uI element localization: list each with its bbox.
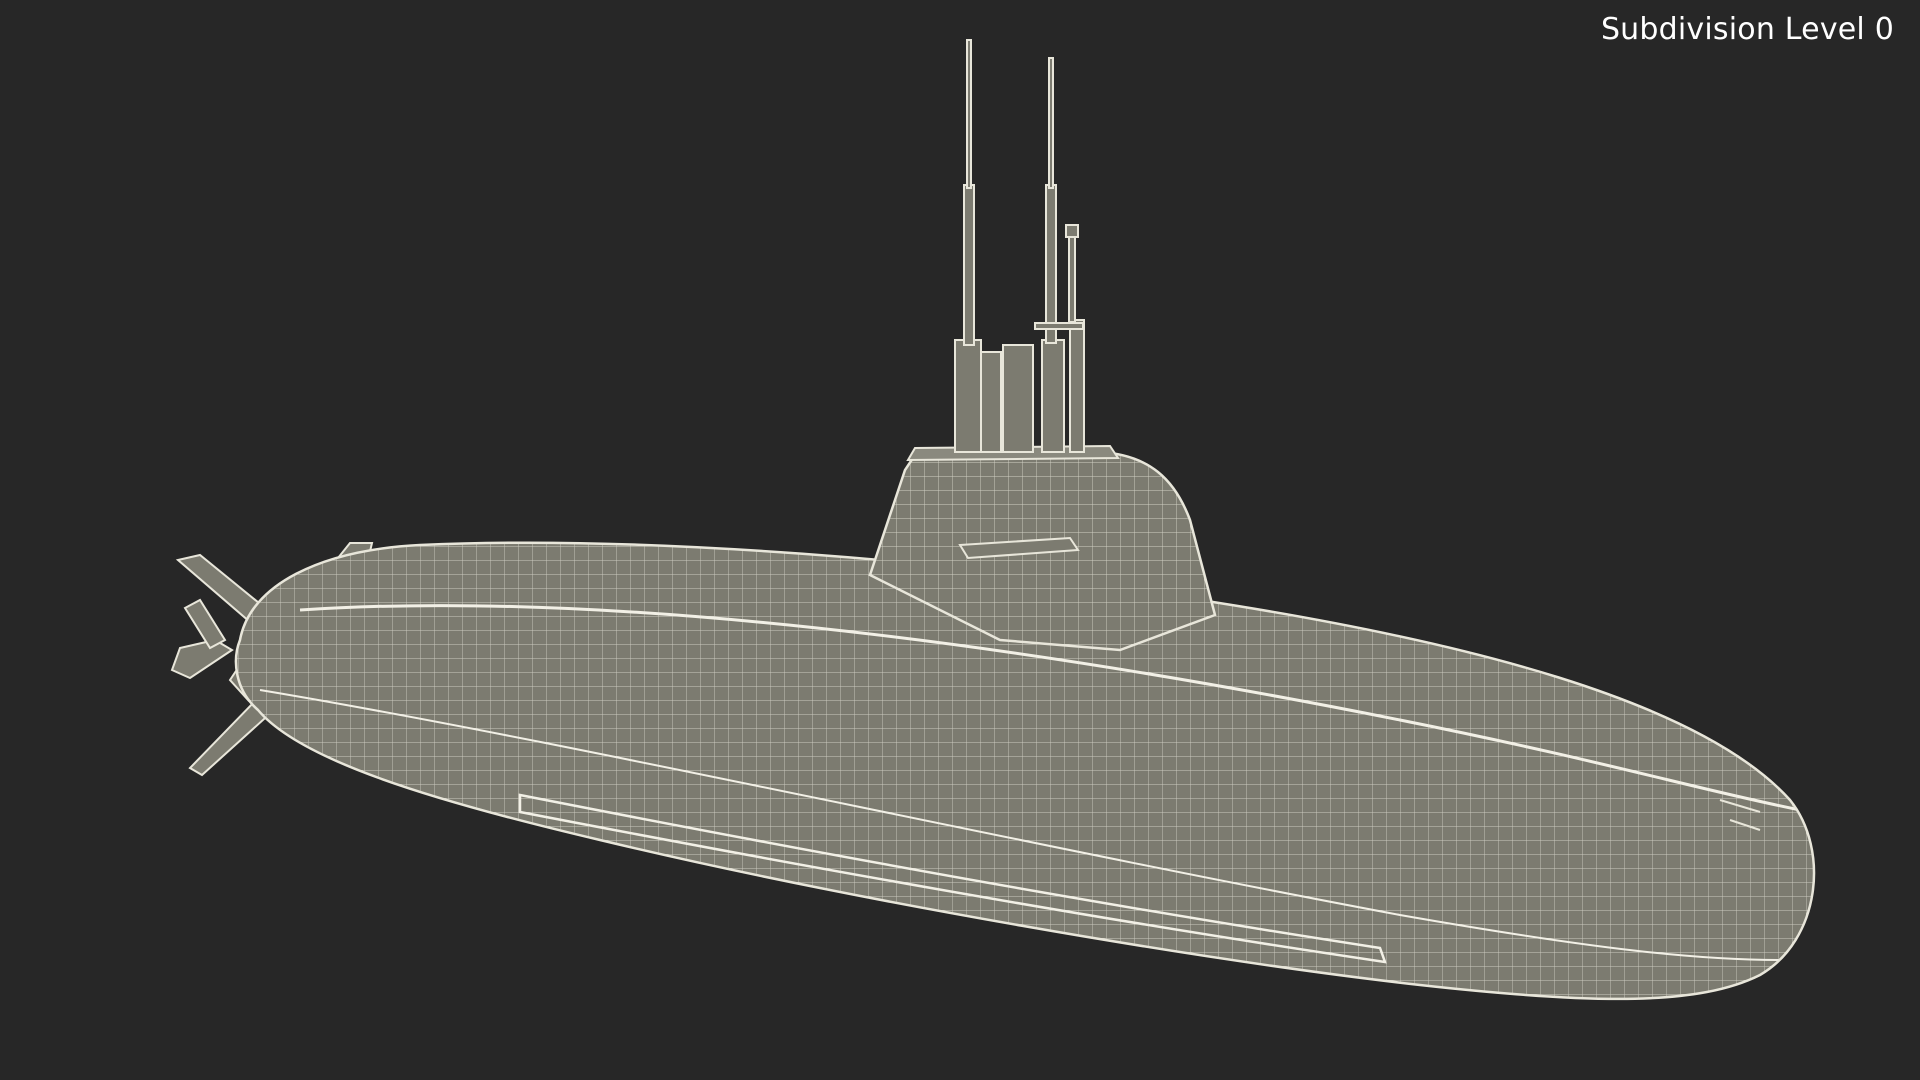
masts bbox=[954, 39, 1085, 453]
submarine-wireframe-icon bbox=[170, 39, 1816, 1001]
render-viewport: Subdivision Level 0 bbox=[0, 0, 1920, 1080]
